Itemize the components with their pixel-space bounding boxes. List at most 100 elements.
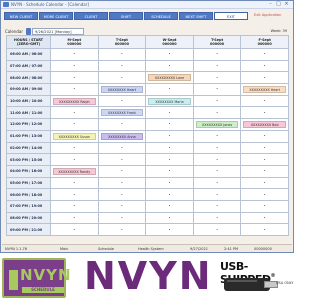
- schedule-cell[interactable]: •: [145, 153, 194, 166]
- schedule-cell[interactable]: •: [145, 83, 194, 96]
- schedule-cell[interactable]: •: [50, 211, 99, 225]
- schedule-cell[interactable]: •: [192, 83, 242, 96]
- schedule-cell[interactable]: •: [50, 118, 99, 131]
- schedule-cell[interactable]: •: [145, 176, 194, 190]
- schedule-cell[interactable]: •: [97, 164, 147, 178]
- schedule-cell[interactable]: •: [50, 141, 99, 155]
- menu-new-client[interactable]: NEW CLIENT: [4, 12, 38, 20]
- appointment-block[interactable]: XXXXXXXX Frank: [100, 109, 144, 117]
- schedule-cell[interactable]: •: [145, 223, 194, 236]
- schedule-cell[interactable]: •: [192, 164, 242, 178]
- schedule-cell[interactable]: •: [240, 141, 289, 155]
- schedule-cell[interactable]: •: [97, 223, 147, 236]
- appointment-block[interactable]: XXXXXXXXX Heart: [243, 85, 286, 93]
- schedule-cell[interactable]: •: [240, 176, 289, 190]
- schedule-cell[interactable]: •: [192, 199, 242, 213]
- schedule-cell[interactable]: •: [145, 188, 194, 201]
- menu-exit[interactable]: EXIT: [214, 12, 248, 20]
- schedule-cell[interactable]: •: [50, 83, 99, 96]
- schedule-cell[interactable]: •: [240, 223, 289, 236]
- appointment-block[interactable]: XXXXXXXXX Randy: [53, 167, 96, 175]
- schedule-cell[interactable]: •: [145, 106, 194, 120]
- calendar-icon[interactable]: [26, 28, 31, 35]
- schedule-cell[interactable]: •: [50, 59, 99, 73]
- schedule-cell[interactable]: •: [97, 71, 147, 85]
- schedule-cell[interactable]: •: [192, 188, 242, 201]
- day-header[interactable]: W-Sept 000000: [145, 35, 194, 49]
- schedule-cell[interactable]: •: [240, 188, 289, 201]
- day-header[interactable]: M-Sept 000000: [50, 35, 99, 49]
- schedule-cell[interactable]: •: [192, 153, 242, 166]
- schedule-cell[interactable]: •: [97, 199, 147, 213]
- schedule-cell[interactable]: XXXXXXXXX Lane: [145, 71, 194, 85]
- schedule-cell[interactable]: •: [97, 211, 147, 225]
- schedule-cell[interactable]: •: [97, 94, 147, 108]
- schedule-cell[interactable]: XXXXXXXXX Ralph: [50, 94, 99, 108]
- appointment-block[interactable]: XXXXXXXX Heart: [100, 85, 144, 93]
- appointment-block[interactable]: XXXXXXXXX Ralph: [53, 97, 96, 105]
- schedule-cell[interactable]: •: [240, 211, 289, 225]
- schedule-cell[interactable]: •: [192, 59, 242, 73]
- schedule-cell[interactable]: •: [240, 59, 289, 73]
- schedule-cell[interactable]: •: [240, 106, 289, 120]
- schedule-cell[interactable]: •: [240, 153, 289, 166]
- schedule-cell[interactable]: •: [97, 176, 147, 190]
- schedule-cell[interactable]: •: [145, 59, 194, 73]
- schedule-cell[interactable]: •: [50, 48, 99, 61]
- schedule-cell[interactable]: •: [145, 48, 194, 61]
- schedule-cell[interactable]: XXXXXXXX Frank: [97, 106, 147, 120]
- schedule-cell[interactable]: •: [50, 223, 99, 236]
- schedule-cell[interactable]: •: [145, 141, 194, 155]
- schedule-cell[interactable]: •: [50, 188, 99, 201]
- schedule-cell[interactable]: •: [240, 129, 289, 143]
- schedule-cell[interactable]: •: [97, 188, 147, 201]
- schedule-cell[interactable]: XXXXXXXXX Susan: [50, 129, 99, 143]
- close-button[interactable]: ×: [283, 2, 290, 7]
- appointment-block[interactable]: XXXXXXXX Anna: [100, 132, 144, 140]
- schedule-cell[interactable]: •: [240, 199, 289, 213]
- schedule-cell[interactable]: •: [145, 211, 194, 225]
- schedule-cell[interactable]: •: [50, 199, 99, 213]
- schedule-cell[interactable]: •: [97, 141, 147, 155]
- schedule-cell[interactable]: •: [192, 48, 242, 61]
- schedule-cell[interactable]: •: [192, 176, 242, 190]
- menu-schedule[interactable]: SCHEDULE: [144, 12, 178, 20]
- schedule-cell[interactable]: •: [50, 106, 99, 120]
- schedule-cell[interactable]: •: [240, 48, 289, 61]
- date-field[interactable]: 9/26/2021 [Monday]: [32, 28, 84, 35]
- schedule-cell[interactable]: XXXXXXXXX Bob: [240, 118, 289, 131]
- schedule-cell[interactable]: XXXXXXXX Anna: [97, 129, 147, 143]
- appointment-block[interactable]: XXXXXXXXX Bob: [243, 120, 286, 128]
- schedule-cell[interactable]: •: [97, 59, 147, 73]
- menu-shift[interactable]: SHIFT: [109, 12, 143, 20]
- schedule-cell[interactable]: XXXXXXXXX Heart: [240, 83, 289, 96]
- menu-next-shift[interactable]: NEXT SHIFT: [179, 12, 213, 20]
- schedule-cell[interactable]: •: [192, 106, 242, 120]
- schedule-cell[interactable]: •: [145, 164, 194, 178]
- exit-link[interactable]: Exit Application: [254, 13, 281, 17]
- day-header[interactable]: F-Sept 000000: [240, 35, 289, 49]
- schedule-cell[interactable]: •: [240, 164, 289, 178]
- schedule-cell[interactable]: •: [192, 211, 242, 225]
- schedule-cell[interactable]: •: [145, 199, 194, 213]
- appointment-block[interactable]: XXXXXXXXX Lane: [148, 74, 191, 82]
- schedule-cell[interactable]: •: [192, 223, 242, 236]
- schedule-cell[interactable]: •: [97, 118, 147, 131]
- schedule-cell[interactable]: •: [240, 71, 289, 85]
- appointment-block[interactable]: XXXXXXXXX Jones: [195, 120, 239, 128]
- schedule-cell[interactable]: •: [192, 71, 242, 85]
- schedule-cell[interactable]: XXXXXXXXX Jones: [192, 118, 242, 131]
- schedule-cell[interactable]: •: [50, 176, 99, 190]
- schedule-cell[interactable]: XXXXXXXXX Randy: [50, 164, 99, 178]
- schedule-cell[interactable]: •: [192, 129, 242, 143]
- appointment-block[interactable]: XXXXXXXX Maria: [148, 97, 191, 105]
- schedule-cell[interactable]: •: [240, 94, 289, 108]
- schedule-cell[interactable]: •: [192, 94, 242, 108]
- schedule-cell[interactable]: XXXXXXXX Heart: [97, 83, 147, 96]
- schedule-cell[interactable]: •: [97, 48, 147, 61]
- appointment-block[interactable]: XXXXXXXXX Susan: [53, 132, 96, 140]
- schedule-cell[interactable]: •: [192, 141, 242, 155]
- day-header[interactable]: T-Sept 000000: [97, 35, 147, 49]
- schedule-cell[interactable]: •: [50, 153, 99, 166]
- schedule-cell[interactable]: •: [145, 118, 194, 131]
